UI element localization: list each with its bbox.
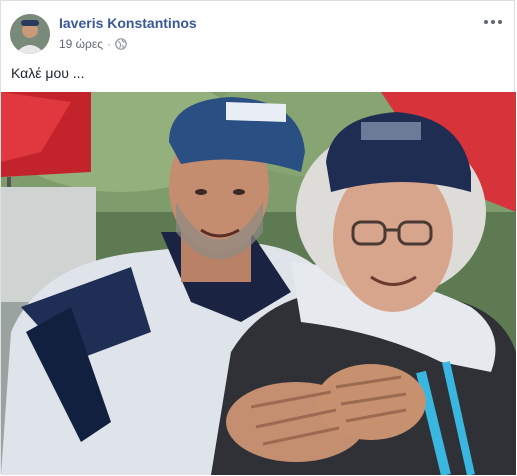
author-name-link[interactable]: Iaveris Konstantinos [59, 15, 197, 31]
separator-dot: · [107, 37, 112, 51]
globe-icon[interactable] [115, 38, 127, 50]
post-text: Καλέ μου ... [11, 65, 85, 81]
more-options-icon[interactable] [482, 13, 504, 31]
post-photo[interactable] [1, 92, 516, 475]
post-timestamp[interactable]: 19 ώρες [59, 37, 103, 51]
author-avatar[interactable] [10, 14, 50, 54]
post-meta: 19 ώρες · [59, 37, 127, 51]
feed-post: Iaveris Konstantinos 19 ώρες · Καλέ μου … [0, 0, 516, 475]
post-header: Iaveris Konstantinos 19 ώρες · [1, 1, 514, 61]
